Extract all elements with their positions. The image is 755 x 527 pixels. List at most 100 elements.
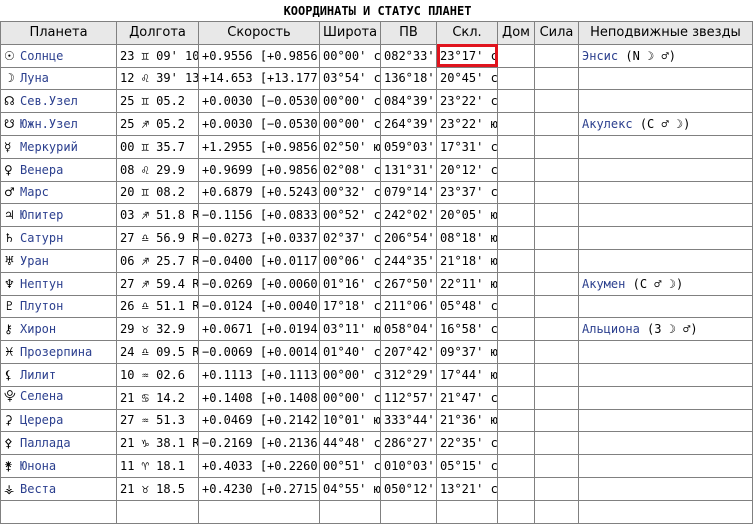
speed-average: [+0.9856] xyxy=(259,162,320,177)
speed-value: +0.1113 xyxy=(202,367,253,382)
house-cell xyxy=(497,43,535,68)
speed-cell: −0.0069 [+0.0014] xyxy=(198,340,320,364)
planet-name[interactable]: Лилит xyxy=(20,368,56,382)
house-cell xyxy=(497,385,535,410)
strength-cell xyxy=(534,271,579,296)
speed-cell: +1.2955 [+0.9856] xyxy=(198,134,320,159)
speed-value: +0.1408 xyxy=(202,390,253,405)
strength-cell xyxy=(534,294,579,319)
planet-glyph-icon: ⚳ xyxy=(4,413,13,428)
planet-name[interactable]: Паллада xyxy=(20,436,71,450)
planet-cell: ♓ Прозерпина xyxy=(0,340,117,364)
speed-average: [+0.0117] xyxy=(259,253,320,268)
longitude-cell: 21 ♑ 38.1 R xyxy=(116,431,199,456)
speed-average: [+0.1113] xyxy=(259,367,320,382)
planet-name[interactable]: Южн.Узел xyxy=(20,117,78,131)
planet-cell: ♆ Нептун xyxy=(0,271,117,296)
fixed-star-link[interactable]: Акулекс xyxy=(582,117,633,131)
ra-cell: 312°29' xyxy=(380,362,437,387)
planet-name[interactable]: Церера xyxy=(20,413,63,427)
longitude-cell: 27 ♎ 56.9 R xyxy=(116,226,199,250)
planet-name[interactable]: Плутон xyxy=(20,299,63,313)
empty-cell xyxy=(0,499,117,524)
fixed-star-cell: Акулекс (С ♂ ☽) xyxy=(578,112,753,136)
planet-name[interactable]: Уран xyxy=(20,254,49,268)
fixed-star-aspect: (С ♂ ☽) xyxy=(639,117,691,132)
declination-cell: 22°35' с xyxy=(436,431,498,456)
planet-name[interactable]: Солнце xyxy=(20,49,63,63)
fixed-star-link[interactable]: Альциона xyxy=(582,322,640,336)
declination-cell: 23°22' ю xyxy=(436,112,498,136)
planet-glyph-icon: ♃ xyxy=(4,208,15,223)
latitude-cell: 02°50' ю xyxy=(319,134,381,159)
house-cell xyxy=(497,248,535,273)
planet-glyph-icon: ♓ xyxy=(4,345,15,360)
empty-cell xyxy=(436,499,498,524)
strength-cell xyxy=(534,476,579,501)
latitude-cell: 00°00' с xyxy=(319,385,381,410)
planet-name[interactable]: Сев.Узел xyxy=(20,94,78,108)
planet-glyph-icon: ⚶ xyxy=(4,481,15,496)
house-cell xyxy=(497,408,535,433)
longitude-cell: 26 ♎ 51.1 R xyxy=(116,294,199,319)
speed-average: [+0.0833] xyxy=(259,208,320,223)
fixed-star-cell xyxy=(578,203,753,228)
longitude-cell: 12 ♌ 39' 13" xyxy=(116,66,199,91)
declination-cell: 20°45' с xyxy=(436,66,498,91)
longitude-cell: 29 ♉ 32.9 xyxy=(116,317,199,342)
longitude-cell: 27 ♒ 51.3 xyxy=(116,408,199,433)
fixed-star-cell xyxy=(578,157,753,182)
planet-glyph-icon: ☽ xyxy=(4,71,15,86)
latitude-cell: 02°08' с xyxy=(319,157,381,182)
planet-glyph-icon: ☊ xyxy=(4,94,15,109)
planet-glyph-icon: ♆ xyxy=(4,276,15,291)
strength-cell xyxy=(534,43,579,68)
longitude-cell: 27 ♐ 59.4 R xyxy=(116,271,199,296)
empty-cell xyxy=(497,499,535,524)
planet-cell: ⯓ Селена xyxy=(0,385,117,410)
table-row: ♓ Прозерпина 24 ♎ 09.5 R −0.0069 [+0.0014… xyxy=(0,340,753,364)
latitude-cell: 03°11' ю xyxy=(319,317,381,342)
planet-glyph-icon: ⚷ xyxy=(4,322,13,337)
fixed-star-cell xyxy=(578,362,753,387)
fixed-star-aspect: (N ☽ ♂) xyxy=(625,48,676,63)
planet-name[interactable]: Луна xyxy=(20,71,49,85)
planet-name[interactable]: Юнона xyxy=(20,459,56,473)
fixed-star-cell xyxy=(578,476,753,501)
speed-value: +0.4230 xyxy=(202,481,253,496)
planet-name[interactable]: Венера xyxy=(20,163,63,177)
planet-name[interactable]: Веста xyxy=(20,482,56,496)
ra-cell: 286°27' xyxy=(380,431,437,456)
speed-value: +0.9699 xyxy=(202,162,253,177)
latitude-cell: 00°00' с xyxy=(319,112,381,136)
col-declination: Скл. xyxy=(436,21,498,45)
latitude-cell: 00°06' с xyxy=(319,248,381,273)
planet-name[interactable]: Меркурий xyxy=(20,140,78,154)
table-row: ⯓ Селена 21 ♋ 14.2 +0.1408 [+0.1408] 00°0… xyxy=(0,385,753,410)
planet-name[interactable]: Хирон xyxy=(20,322,56,336)
fixed-star-link[interactable]: Акумен xyxy=(582,277,625,291)
fixed-star-link[interactable]: Энсис xyxy=(582,49,618,63)
planet-name[interactable]: Марс xyxy=(20,185,49,199)
speed-cell: +0.0030 [−0.0530] xyxy=(198,112,320,136)
speed-value: +0.0671 xyxy=(202,322,253,337)
strength-cell xyxy=(534,89,579,114)
planet-name[interactable]: Нептун xyxy=(20,277,63,291)
latitude-cell: 00°00' с xyxy=(319,89,381,114)
ra-cell: 084°39' xyxy=(380,89,437,114)
planet-name[interactable]: Юпитер xyxy=(20,208,63,222)
house-cell xyxy=(497,294,535,319)
planet-name[interactable]: Прозерпина xyxy=(20,345,92,359)
declination-cell: 21°36' ю xyxy=(436,408,498,433)
house-cell xyxy=(497,134,535,159)
empty-cell xyxy=(578,499,753,524)
planet-name[interactable]: Селена xyxy=(20,389,63,403)
ra-cell: 267°50' xyxy=(380,271,437,296)
strength-cell xyxy=(534,112,579,136)
speed-value: −0.0069 xyxy=(202,345,253,360)
planet-glyph-icon: ♀ xyxy=(4,162,13,177)
fixed-star-cell xyxy=(578,180,753,205)
col-longitude: Долгота xyxy=(116,21,199,45)
fixed-star-cell xyxy=(578,66,753,91)
planet-name[interactable]: Сатурн xyxy=(20,231,63,245)
